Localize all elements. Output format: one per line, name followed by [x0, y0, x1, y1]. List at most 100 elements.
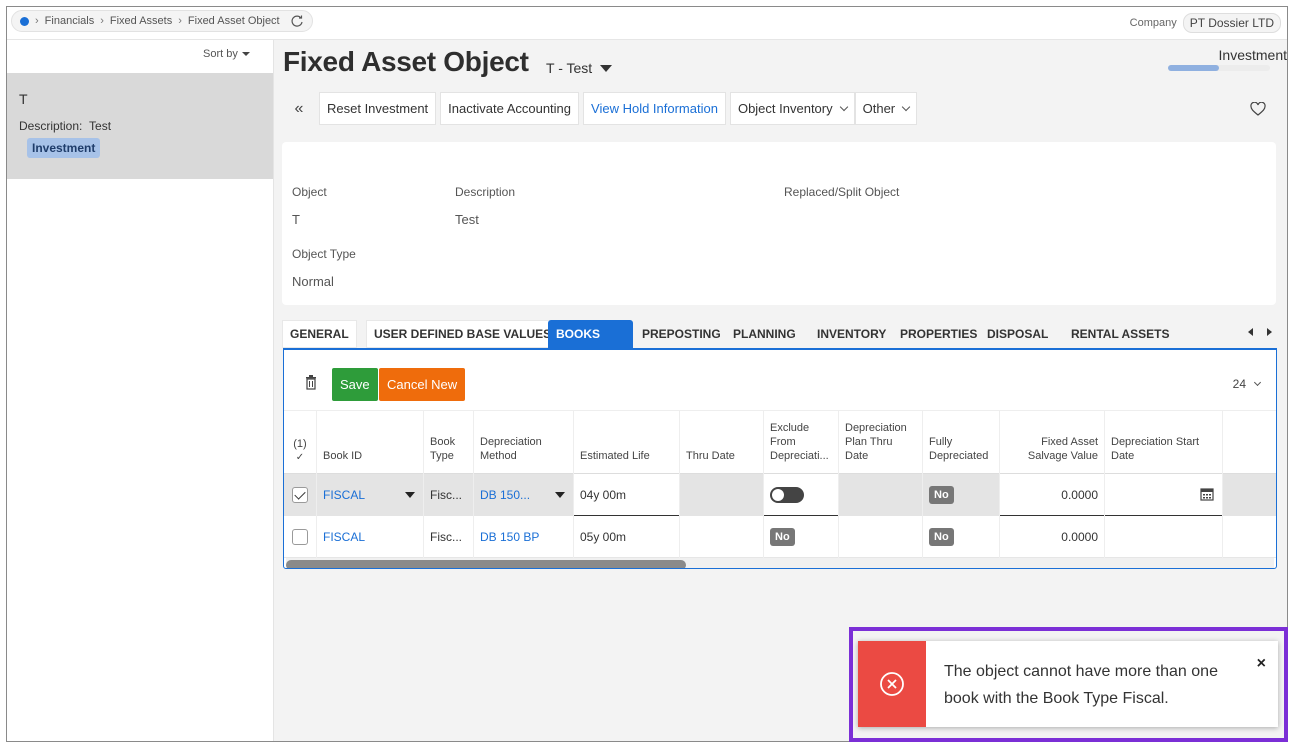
salvage-value-cell[interactable]: 0.0000: [999, 474, 1104, 516]
exclude-toggle[interactable]: [770, 487, 804, 503]
record-description-value: Test: [89, 119, 112, 133]
dropdown-caret-icon[interactable]: [405, 492, 415, 498]
select-all-column[interactable]: (1) ✓: [284, 411, 316, 475]
exclude-cell[interactable]: [763, 474, 838, 516]
object-inventory-menu[interactable]: Object Inventory: [729, 92, 855, 125]
overflow-cell: [1222, 474, 1276, 516]
check-icon: ✓: [295, 452, 305, 463]
column-depreciation-plan-thru-date[interactable]: Depreciation Plan Thru Date: [838, 411, 922, 475]
object-inventory-label: Object Inventory: [737, 101, 833, 116]
tab-preposting[interactable]: PREPOSTING: [642, 320, 721, 348]
inactivate-accounting-button[interactable]: Inactivate Accounting: [440, 92, 580, 125]
breadcrumb-item-fixed-assets[interactable]: Fixed Assets: [110, 15, 172, 27]
reset-investment-button[interactable]: Reset Investment: [319, 92, 437, 125]
column-depreciation-start-date[interactable]: Depreciation Start Date: [1104, 411, 1222, 475]
fully-depreciated-cell: No: [922, 516, 999, 558]
record-subtitle: T - Test: [546, 60, 593, 76]
plan-thru-date-cell: [838, 474, 922, 516]
tab-rental-assets[interactable]: RENTAL ASSETS: [1071, 320, 1169, 348]
thru-date-cell: [679, 516, 763, 558]
toast-icon-area: [858, 641, 926, 727]
tab-properties[interactable]: PROPERTIES: [900, 320, 977, 348]
column-salvage-value[interactable]: Fixed Asset Salvage Value: [999, 411, 1104, 475]
record-title: T: [19, 91, 28, 107]
page-size-selector[interactable]: 24: [1232, 377, 1262, 391]
table-row[interactable]: FISCAL Fisc... DB 150... 04y 00m No 0.00…: [284, 474, 1276, 516]
chevron-down-icon: [839, 102, 848, 112]
column-thru-date[interactable]: Thru Date: [679, 411, 763, 475]
company-selector[interactable]: Company PT Dossier LTD: [1130, 13, 1281, 33]
status-progress-fill: [1168, 65, 1219, 71]
depreciation-method-cell[interactable]: DB 150...: [473, 474, 573, 516]
column-book-id[interactable]: Book ID: [316, 411, 423, 475]
other-menu[interactable]: Other: [854, 92, 918, 125]
dropdown-caret-icon[interactable]: [555, 492, 565, 498]
breadcrumb-item-financials[interactable]: Financials: [45, 15, 95, 27]
estimated-life-cell[interactable]: 04y 00m: [573, 474, 679, 516]
cancel-new-button[interactable]: Cancel New: [379, 368, 466, 401]
row-select-cell[interactable]: [284, 516, 316, 558]
column-fully-depreciated[interactable]: Fully Depreciated: [922, 411, 999, 475]
calendar-icon[interactable]: [1200, 487, 1214, 501]
status-progress-bar: [1168, 65, 1270, 71]
record-list-item[interactable]: T Description: Test Investment: [7, 73, 273, 179]
record-description-label: Description:: [19, 119, 83, 133]
table-row[interactable]: FISCAL Fisc... DB 150 BP 05y 00m No No 0…: [284, 516, 1276, 558]
tab-bar: GENERAL USER DEFINED BASE VALUES BOOKS P…: [282, 316, 1276, 348]
books-grid-panel: Save Cancel New 24 (1) ✓ Book ID Book Ty…: [283, 348, 1277, 569]
tab-disposal[interactable]: DISPOSAL: [987, 320, 1048, 348]
company-value[interactable]: PT Dossier LTD: [1182, 13, 1281, 33]
tab-scroll-arrows: [1248, 328, 1272, 336]
selected-count: (1): [293, 438, 307, 450]
scrollbar-thumb[interactable]: [286, 560, 686, 568]
plan-thru-date-cell: [838, 516, 922, 558]
tab-user-defined-base-values[interactable]: USER DEFINED BASE VALUES: [366, 320, 560, 348]
object-type-value: Normal: [292, 274, 334, 289]
start-date-cell[interactable]: [1104, 474, 1222, 516]
save-button[interactable]: Save: [332, 368, 378, 401]
chevron-right-icon: ›: [100, 15, 104, 27]
column-exclude-from-depreciation[interactable]: Exclude From Depreciati...: [763, 411, 838, 475]
chevron-right-icon: ›: [35, 15, 39, 27]
tab-books[interactable]: BOOKS: [548, 320, 633, 348]
command-toolbar: « Reset Investment Inactivate Accounting…: [283, 92, 918, 125]
toast-close-icon[interactable]: ×: [1257, 655, 1266, 673]
row-checkbox[interactable]: [292, 487, 308, 503]
description-label: Description: [455, 185, 516, 199]
error-circle-x-icon: [880, 672, 904, 696]
tab-planning[interactable]: PLANNING: [733, 320, 796, 348]
exclude-badge: No: [770, 528, 795, 546]
caret-down-icon: [600, 64, 613, 72]
refresh-icon[interactable]: [290, 14, 304, 28]
overflow-cell: [1222, 516, 1276, 558]
book-id-cell[interactable]: FISCAL: [316, 516, 423, 558]
column-estimated-life[interactable]: Estimated Life: [573, 411, 679, 475]
sort-by-button[interactable]: Sort by: [203, 48, 250, 60]
tab-scroll-left-icon[interactable]: [1248, 328, 1253, 336]
tab-scroll-right-icon[interactable]: [1267, 328, 1272, 336]
horizontal-scrollbar[interactable]: [286, 558, 1274, 568]
column-book-type[interactable]: Book Type: [423, 411, 473, 475]
chevron-down-icon: [901, 102, 911, 112]
tab-inventory[interactable]: INVENTORY: [817, 320, 886, 348]
column-depreciation-method[interactable]: Depreciation Method: [473, 411, 573, 475]
page-size-value: 24: [1232, 377, 1246, 391]
delete-trash-icon[interactable]: [305, 375, 317, 390]
book-id-value: FISCAL: [323, 488, 366, 502]
depreciation-method-cell[interactable]: DB 150 BP: [473, 516, 573, 558]
book-id-cell[interactable]: FISCAL: [316, 474, 423, 516]
collapse-pane-button[interactable]: «: [283, 92, 315, 125]
chevron-right-icon: ›: [178, 15, 182, 27]
record-selector[interactable]: T - Test: [546, 60, 613, 76]
book-type-cell: Fisc...: [423, 516, 473, 558]
row-checkbox[interactable]: [292, 529, 308, 545]
row-select-cell[interactable]: [284, 474, 316, 516]
estimated-life-cell: 05y 00m: [573, 516, 679, 558]
favorite-heart-icon[interactable]: [1250, 102, 1266, 116]
object-label: Object: [292, 185, 327, 199]
tab-general[interactable]: GENERAL: [282, 320, 357, 348]
view-hold-information-button[interactable]: View Hold Information: [583, 92, 726, 125]
home-dot-icon[interactable]: [20, 16, 29, 26]
sort-by-label: Sort by: [203, 48, 238, 60]
chevron-down-icon: [1253, 378, 1262, 387]
